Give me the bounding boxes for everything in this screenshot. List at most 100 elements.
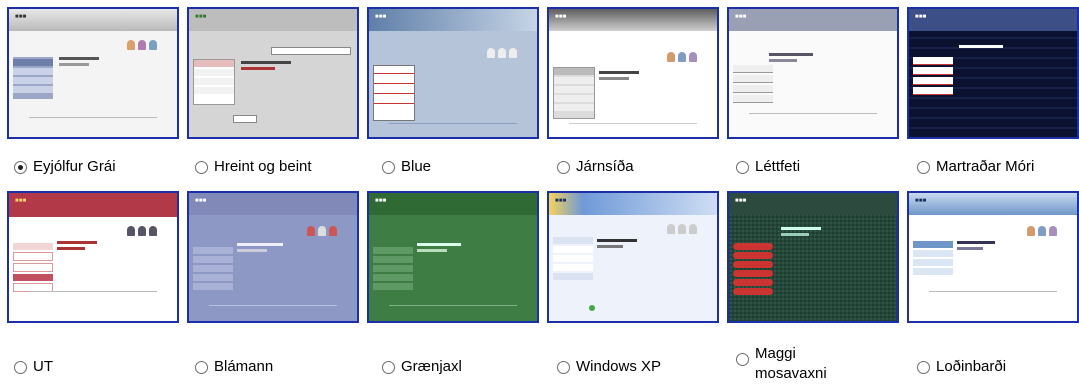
theme-option-label: Martraðar Móri — [936, 158, 1035, 175]
theme-thumbnail-eyjolfur-grai[interactable]: ■■■ — [7, 7, 179, 139]
thumbnail-menu — [553, 67, 595, 119]
theme-option-jarnsida[interactable]: Járnsíða — [557, 158, 634, 182]
theme-radio[interactable] — [195, 161, 208, 174]
thumbnail-content — [781, 227, 841, 239]
thumbnail-menu — [373, 247, 413, 299]
theme-option-eyjolfur-grai[interactable]: Eyjólfur Grái — [14, 158, 116, 182]
theme-radio[interactable] — [917, 161, 930, 174]
theme-thumbnail-blamann[interactable]: ■■■ — [187, 191, 359, 323]
thumbnail-footline — [209, 305, 337, 306]
theme-thumbnail-graenjaxl[interactable]: ■■■ — [367, 191, 539, 323]
thumbnail-header: ■■■ — [9, 193, 177, 217]
thumbnail-footline — [29, 117, 157, 118]
thumbnail-footline — [389, 123, 517, 124]
thumbnail-footline — [569, 123, 697, 124]
thumbnail-menu — [733, 65, 773, 105]
theme-option-graenjaxl[interactable]: Grænjaxl — [382, 358, 462, 382]
thumbnail-dot — [589, 305, 595, 314]
theme-picker: ■■■ ■■■ ■■■ ■■■ ■■■ ■■■ Eyjólfur Grái Hr… — [0, 0, 1079, 391]
thumbnail-content — [417, 243, 477, 255]
thumbnail-header: ■■■ — [909, 193, 1077, 215]
theme-thumbnail-jarnsida[interactable]: ■■■ — [547, 7, 719, 139]
thumbnail-header: ■■■ — [729, 193, 897, 215]
theme-radio[interactable] — [14, 161, 27, 174]
theme-option-martradar-mori[interactable]: Martraðar Móri — [917, 158, 1034, 182]
thumbnail-icons — [127, 37, 163, 50]
thumbnail-icons — [667, 221, 703, 234]
theme-radio[interactable] — [557, 361, 570, 374]
thumbnail-menu — [373, 65, 415, 121]
thumbnail-icons — [667, 49, 703, 62]
theme-thumbnail-lettfeti[interactable]: ■■■ — [727, 7, 899, 139]
thumbnail-header: ■■■ — [729, 9, 897, 31]
theme-option-hreint-og-beint[interactable]: Hreint og beint — [195, 158, 312, 182]
theme-option-label: Blámann — [214, 358, 274, 375]
thumbnail-menu — [13, 243, 53, 293]
thumbnail-icons — [1027, 223, 1063, 236]
thumbnail-content — [57, 241, 107, 253]
thumbnail-menu — [913, 241, 953, 281]
theme-option-label: Léttfeti — [755, 158, 801, 175]
theme-option-label: Grænjaxl — [401, 358, 462, 375]
thumbnail-footline — [389, 305, 517, 306]
thumbnail-header: ■■■ — [549, 9, 717, 31]
theme-thumbnail-windows-xp[interactable]: ■■■ — [547, 191, 719, 323]
theme-radio[interactable] — [382, 361, 395, 374]
thumbnail-header: ■■■ — [909, 9, 1077, 31]
thumbnail-content — [599, 71, 649, 83]
theme-thumbnail-blue[interactable]: ■■■ — [367, 7, 539, 139]
theme-option-label: Hreint og beint — [214, 158, 312, 175]
thumbnail-menu — [193, 59, 235, 105]
theme-option-windows-xp[interactable]: Windows XP — [557, 358, 661, 382]
theme-option-label: UT — [33, 358, 53, 375]
thumbnail-content — [959, 45, 1019, 51]
theme-option-lodinbardi[interactable]: Loðinbarði — [917, 358, 1006, 382]
thumbnail-menu — [13, 57, 53, 99]
thumbnail-icons — [127, 223, 163, 236]
thumbnail-content — [237, 243, 297, 255]
thumbnail-header: ■■■ — [369, 9, 537, 31]
thumbnail-footline — [929, 291, 1057, 292]
theme-radio[interactable] — [382, 161, 395, 174]
thumbnail-content — [769, 53, 829, 65]
theme-option-lettfeti[interactable]: Léttfeti — [736, 158, 800, 182]
thumbnail-search — [271, 47, 351, 58]
theme-option-label: Blue — [401, 158, 432, 175]
thumbnail-header: ■■■ — [369, 193, 537, 215]
thumbnail-header: ■■■ — [549, 193, 717, 215]
thumbnail-content — [241, 61, 301, 73]
thumbnail-menu — [193, 247, 233, 299]
thumbnail-button — [233, 115, 257, 126]
theme-option-label: Járnsíða — [576, 158, 634, 175]
thumbnail-menu — [733, 243, 773, 313]
theme-option-ut[interactable]: UT — [14, 358, 53, 382]
thumbnail-menu — [553, 237, 593, 287]
thumbnail-icons — [487, 45, 523, 58]
theme-thumbnail-ut[interactable]: ■■■ — [7, 191, 179, 323]
thumbnail-header: ■■■ — [189, 193, 357, 215]
theme-radio[interactable] — [557, 161, 570, 174]
theme-radio[interactable] — [195, 361, 208, 374]
thumbnail-footline — [749, 113, 877, 114]
theme-thumbnail-martradar-mori[interactable]: ■■■ — [907, 7, 1079, 139]
theme-thumbnail-hreint-og-beint[interactable]: ■■■ — [187, 7, 359, 139]
theme-option-label: Loðinbarði — [936, 358, 1007, 375]
thumbnail-content — [59, 57, 109, 69]
thumbnail-content — [597, 239, 657, 251]
thumbnail-icons — [307, 223, 343, 236]
thumbnail-footline — [29, 291, 157, 292]
theme-option-label: Maggi mosavaxni — [755, 345, 827, 382]
theme-radio[interactable] — [917, 361, 930, 374]
thumbnail-header: ■■■ — [189, 9, 357, 31]
theme-option-blamann[interactable]: Blámann — [195, 358, 273, 382]
theme-option-blue[interactable]: Blue — [382, 158, 431, 182]
theme-option-maggi-mosavaxni[interactable]: Maggi mosavaxni — [736, 345, 855, 382]
theme-radio[interactable] — [736, 161, 749, 174]
theme-radio[interactable] — [14, 361, 27, 374]
theme-thumbnail-lodinbardi[interactable]: ■■■ — [907, 191, 1079, 323]
theme-thumbnail-maggi-mosavaxni[interactable]: ■■■ — [727, 191, 899, 323]
thumbnail-content — [957, 241, 1007, 253]
theme-option-label: Eyjólfur Grái — [33, 158, 116, 175]
thumbnail-header: ■■■ — [9, 9, 177, 31]
theme-radio[interactable] — [736, 353, 749, 366]
